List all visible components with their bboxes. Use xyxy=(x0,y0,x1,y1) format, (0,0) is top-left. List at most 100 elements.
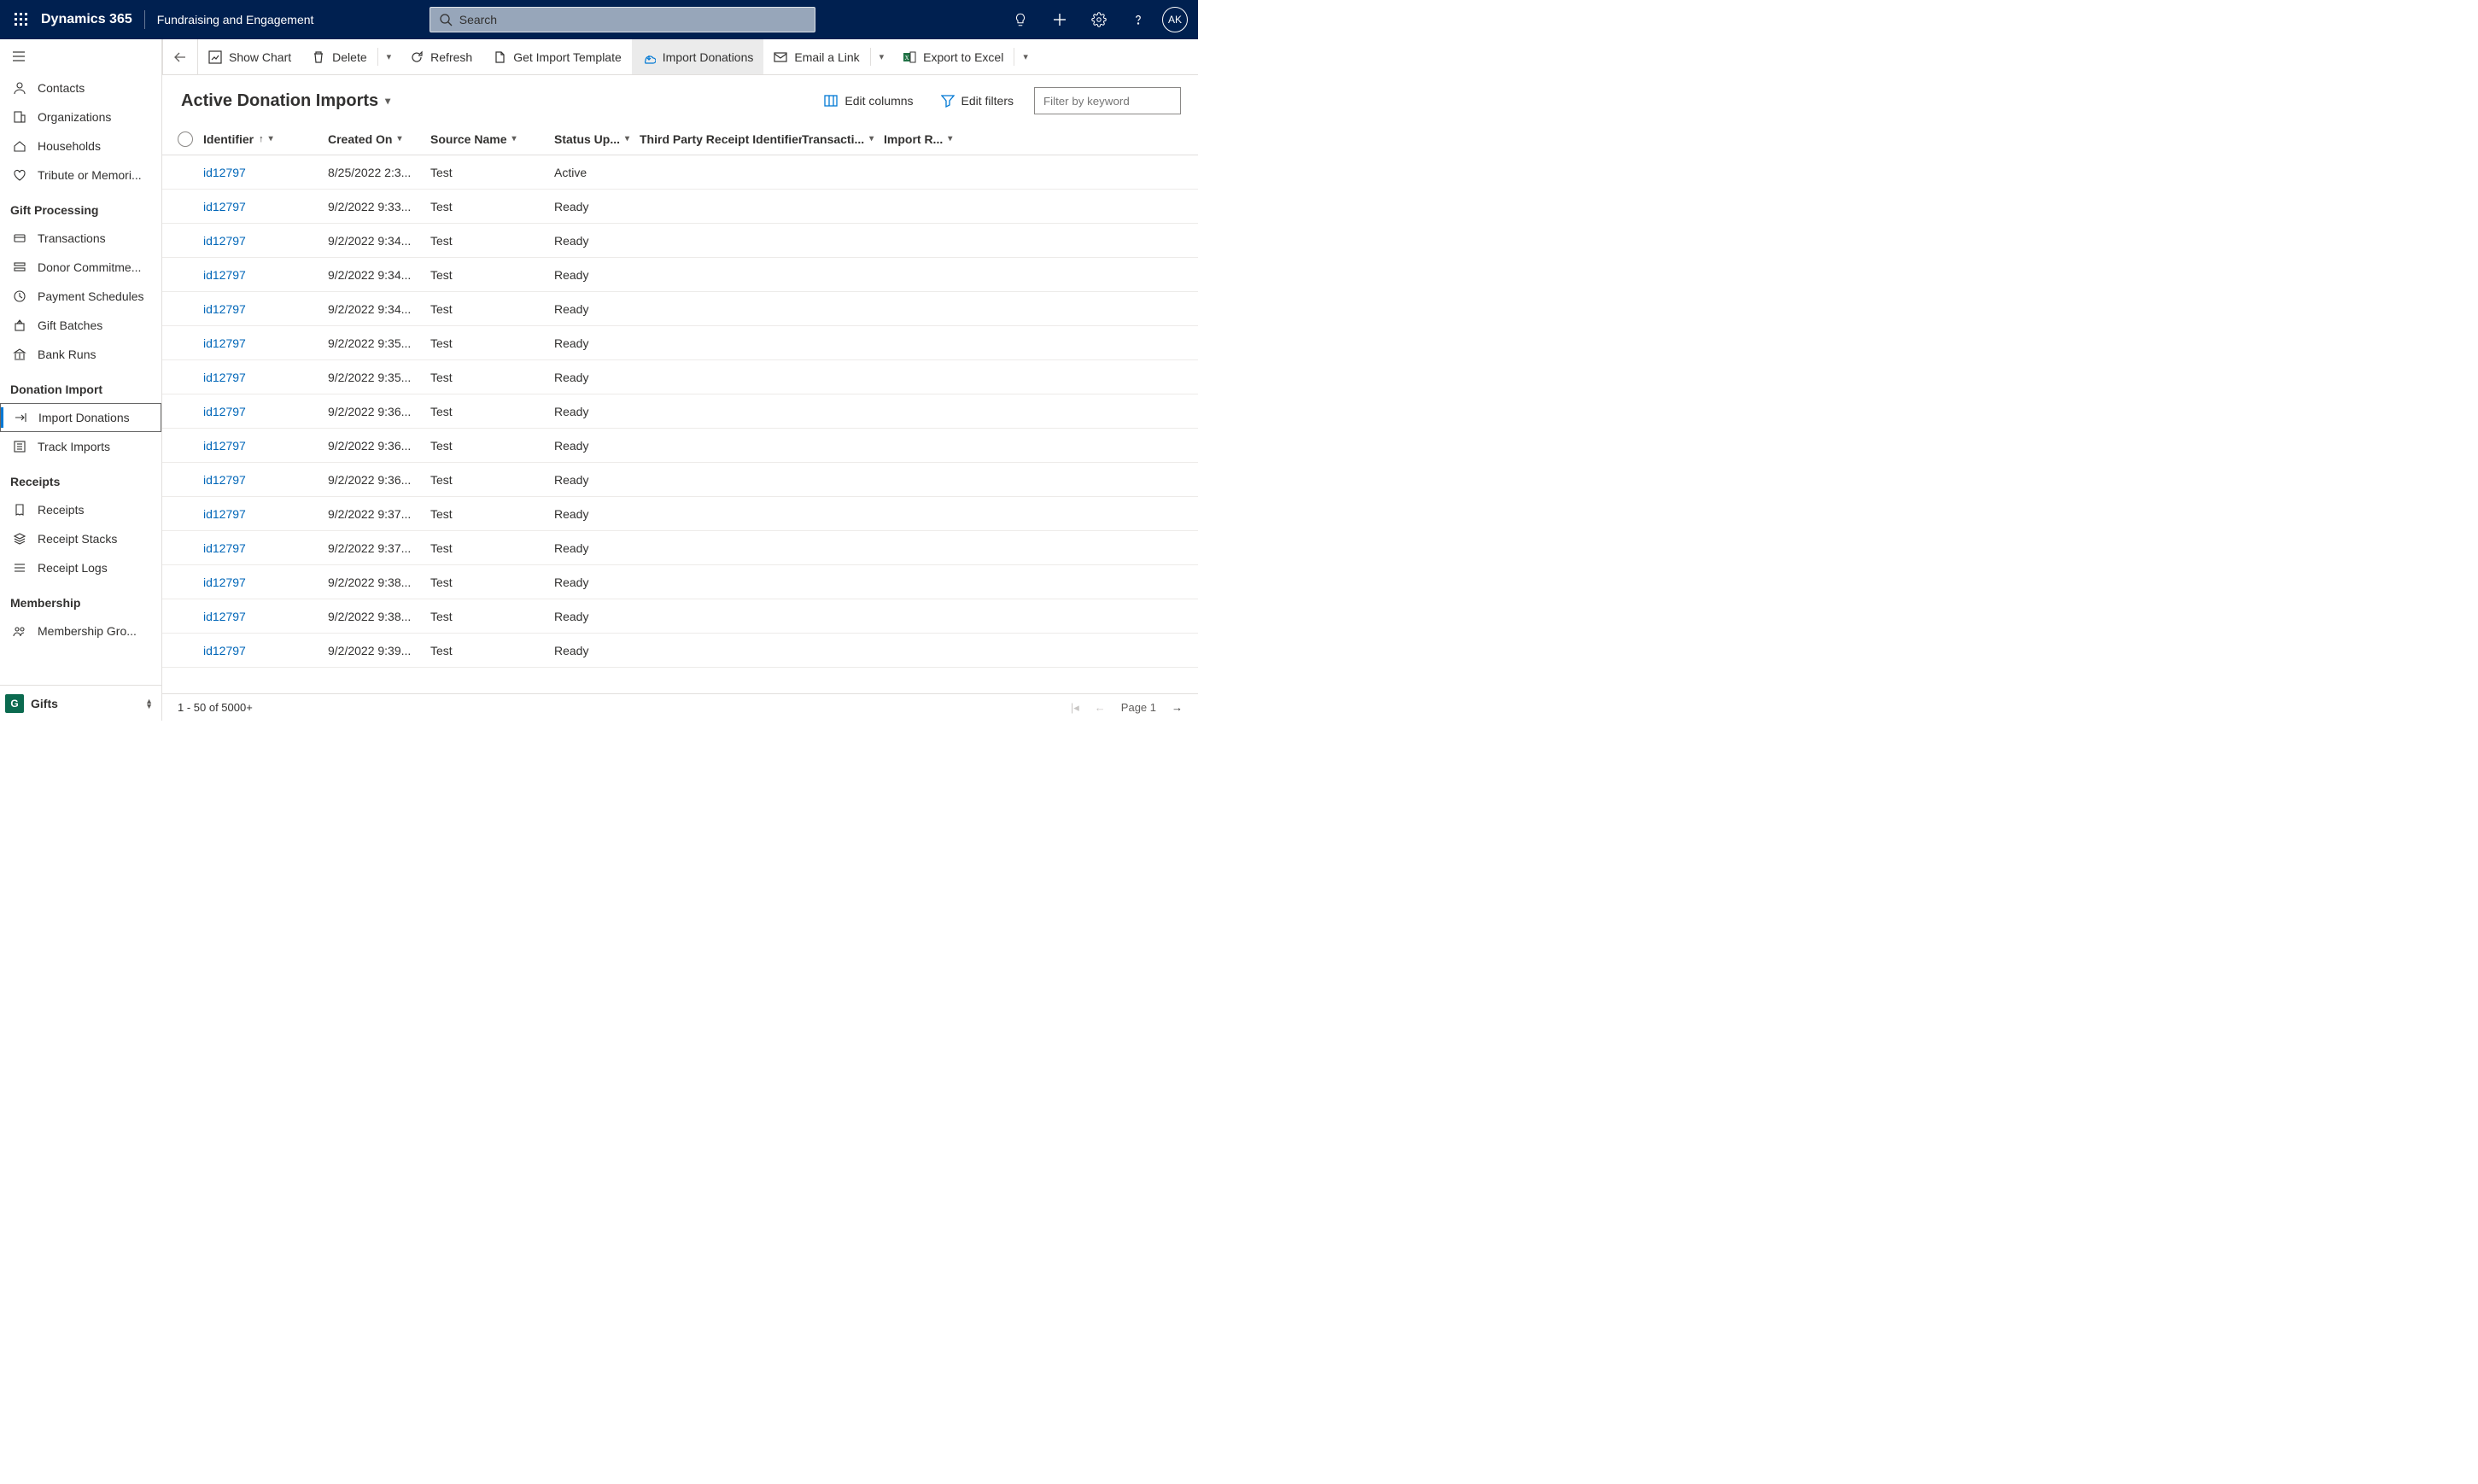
table-row[interactable]: id127979/2/2022 9:38...TestReady xyxy=(162,599,1198,634)
sidebar-item-track-imports[interactable]: Track Imports xyxy=(0,432,161,461)
cell-source: Test xyxy=(430,234,554,248)
identifier-link[interactable]: id12797 xyxy=(203,302,246,316)
app-launcher-icon[interactable] xyxy=(9,7,34,32)
avatar[interactable]: AK xyxy=(1162,7,1188,32)
grid-body[interactable]: id127978/25/2022 2:3...TestActiveid12797… xyxy=(162,155,1198,693)
sidebar-item-contacts[interactable]: Contacts xyxy=(0,73,161,102)
table-row[interactable]: id127979/2/2022 9:38...TestReady xyxy=(162,565,1198,599)
column-header-created[interactable]: Created On ▾ xyxy=(328,132,430,146)
module-name[interactable]: Fundraising and Engagement xyxy=(157,13,314,26)
sidebar-item-membership-gro-[interactable]: Membership Gro... xyxy=(0,616,161,646)
view-selector[interactable]: Active Donation Imports ▾ xyxy=(181,91,390,111)
cell-created: 9/2/2022 9:38... xyxy=(328,610,430,623)
sidebar-item-label: Payment Schedules xyxy=(38,289,144,303)
sidebar-item-bank-runs[interactable]: Bank Runs xyxy=(0,340,161,369)
email-link-button[interactable]: Email a Link xyxy=(763,39,869,74)
nav-scroll[interactable]: Contacts Organizations Households Tribute o… xyxy=(0,73,161,685)
first-page-icon[interactable]: |◂ xyxy=(1071,701,1079,715)
sidebar-item-transactions[interactable]: Transactions xyxy=(0,224,161,253)
hamburger-icon[interactable] xyxy=(12,50,26,63)
plus-icon[interactable] xyxy=(1041,0,1078,39)
next-page-icon[interactable]: → xyxy=(1172,701,1183,714)
sidebar-item-receipts[interactable]: Receipts xyxy=(0,495,161,524)
identifier-link[interactable]: id12797 xyxy=(203,610,246,623)
table-row[interactable]: id127979/2/2022 9:34...TestReady xyxy=(162,292,1198,326)
identifier-link[interactable]: id12797 xyxy=(203,166,246,179)
cell-source: Test xyxy=(430,439,554,453)
search-input[interactable] xyxy=(459,13,806,26)
email-link-chevron[interactable]: ▾ xyxy=(871,39,893,74)
identifier-link[interactable]: id12797 xyxy=(203,644,246,657)
table-row[interactable]: id127978/25/2022 2:3...TestActive xyxy=(162,155,1198,190)
table-row[interactable]: id127979/2/2022 9:37...TestReady xyxy=(162,497,1198,531)
get-template-button[interactable]: Get Import Template xyxy=(482,39,632,74)
global-search[interactable] xyxy=(430,7,815,32)
import-donations-button[interactable]: Import Donations xyxy=(632,39,764,74)
identifier-link[interactable]: id12797 xyxy=(203,200,246,213)
edit-columns-button[interactable]: Edit columns xyxy=(817,89,920,113)
identifier-link[interactable]: id12797 xyxy=(203,473,246,487)
cell-status: Ready xyxy=(554,336,640,350)
identifier-link[interactable]: id12797 xyxy=(203,336,246,350)
sidebar-item-gift-batches[interactable]: Gift Batches xyxy=(0,311,161,340)
identifier-link[interactable]: id12797 xyxy=(203,541,246,555)
search-icon xyxy=(439,13,453,26)
table-row[interactable]: id127979/2/2022 9:37...TestReady xyxy=(162,531,1198,565)
table-row[interactable]: id127979/2/2022 9:34...TestReady xyxy=(162,224,1198,258)
identifier-link[interactable]: id12797 xyxy=(203,234,246,248)
area-switcher[interactable]: G Gifts ▲▼ xyxy=(0,685,161,721)
identifier-link[interactable]: id12797 xyxy=(203,439,246,453)
identifier-link[interactable]: id12797 xyxy=(203,371,246,384)
table-row[interactable]: id127979/2/2022 9:39...TestReady xyxy=(162,634,1198,668)
column-header-source[interactable]: Source Name ▾ xyxy=(430,132,554,146)
select-all-checkbox[interactable] xyxy=(178,131,193,147)
column-header-import-result[interactable]: Import R... ▾ xyxy=(884,132,969,146)
gear-icon[interactable] xyxy=(1080,0,1118,39)
bank-icon xyxy=(12,347,27,362)
sidebar-item-import-donations[interactable]: Import Donations xyxy=(0,403,161,432)
column-header-identifier[interactable]: Identifier ↑ ▾ xyxy=(203,132,328,146)
top-bar: Dynamics 365 Fundraising and Engagement … xyxy=(0,0,1198,39)
identifier-link[interactable]: id12797 xyxy=(203,507,246,521)
sidebar-item-label: Tribute or Memori... xyxy=(38,168,142,182)
identifier-link[interactable]: id12797 xyxy=(203,575,246,589)
lightbulb-icon[interactable] xyxy=(1002,0,1039,39)
table-row[interactable]: id127979/2/2022 9:35...TestReady xyxy=(162,360,1198,394)
identifier-link[interactable]: id12797 xyxy=(203,405,246,418)
delete-chevron[interactable]: ▾ xyxy=(378,39,400,74)
identifier-link[interactable]: id12797 xyxy=(203,268,246,282)
sidebar-item-organizations[interactable]: Organizations xyxy=(0,102,161,131)
edit-filters-button[interactable]: Edit filters xyxy=(934,89,1020,113)
product-name[interactable]: Dynamics 365 xyxy=(41,12,132,27)
sidebar-item-tribute-or-memori-[interactable]: Tribute or Memori... xyxy=(0,161,161,190)
show-chart-button[interactable]: Show Chart xyxy=(198,39,301,74)
column-header-transaction[interactable]: Transacti... ▾ xyxy=(802,132,884,146)
prev-page-icon[interactable]: ← xyxy=(1095,701,1106,714)
sidebar-item-payment-schedules[interactable]: Payment Schedules xyxy=(0,282,161,311)
column-header-receipt[interactable]: Third Party Receipt Identifier ▾ xyxy=(640,132,802,146)
help-icon[interactable] xyxy=(1119,0,1157,39)
table-row[interactable]: id127979/2/2022 9:34...TestReady xyxy=(162,258,1198,292)
export-excel-button[interactable]: XExport to Excel xyxy=(892,39,1014,74)
sidebar-item-label: Organizations xyxy=(38,110,111,124)
sidebar-item-households[interactable]: Households xyxy=(0,131,161,161)
sidebar-item-receipt-stacks[interactable]: Receipt Stacks xyxy=(0,524,161,553)
refresh-button[interactable]: Refresh xyxy=(400,39,482,74)
delete-button[interactable]: Delete xyxy=(301,39,377,74)
commit-icon xyxy=(12,260,27,275)
export-excel-chevron[interactable]: ▾ xyxy=(1014,39,1037,74)
table-row[interactable]: id127979/2/2022 9:33...TestReady xyxy=(162,190,1198,224)
back-button[interactable] xyxy=(162,39,198,74)
column-header-status[interactable]: Status Up... ▾ xyxy=(554,132,640,146)
cell-status: Ready xyxy=(554,507,640,521)
table-row[interactable]: id127979/2/2022 9:36...TestReady xyxy=(162,394,1198,429)
table-row[interactable]: id127979/2/2022 9:35...TestReady xyxy=(162,326,1198,360)
table-row[interactable]: id127979/2/2022 9:36...TestReady xyxy=(162,463,1198,497)
filter-keyword-input[interactable] xyxy=(1034,87,1181,114)
table-row[interactable]: id127979/2/2022 9:36...TestReady xyxy=(162,429,1198,463)
sidebar-item-donor-commitme-[interactable]: Donor Commitme... xyxy=(0,253,161,282)
sidebar-item-receipt-logs[interactable]: Receipt Logs xyxy=(0,553,161,582)
cell-source: Test xyxy=(430,166,554,179)
cell-status: Ready xyxy=(554,302,640,316)
filter-icon xyxy=(941,94,955,108)
